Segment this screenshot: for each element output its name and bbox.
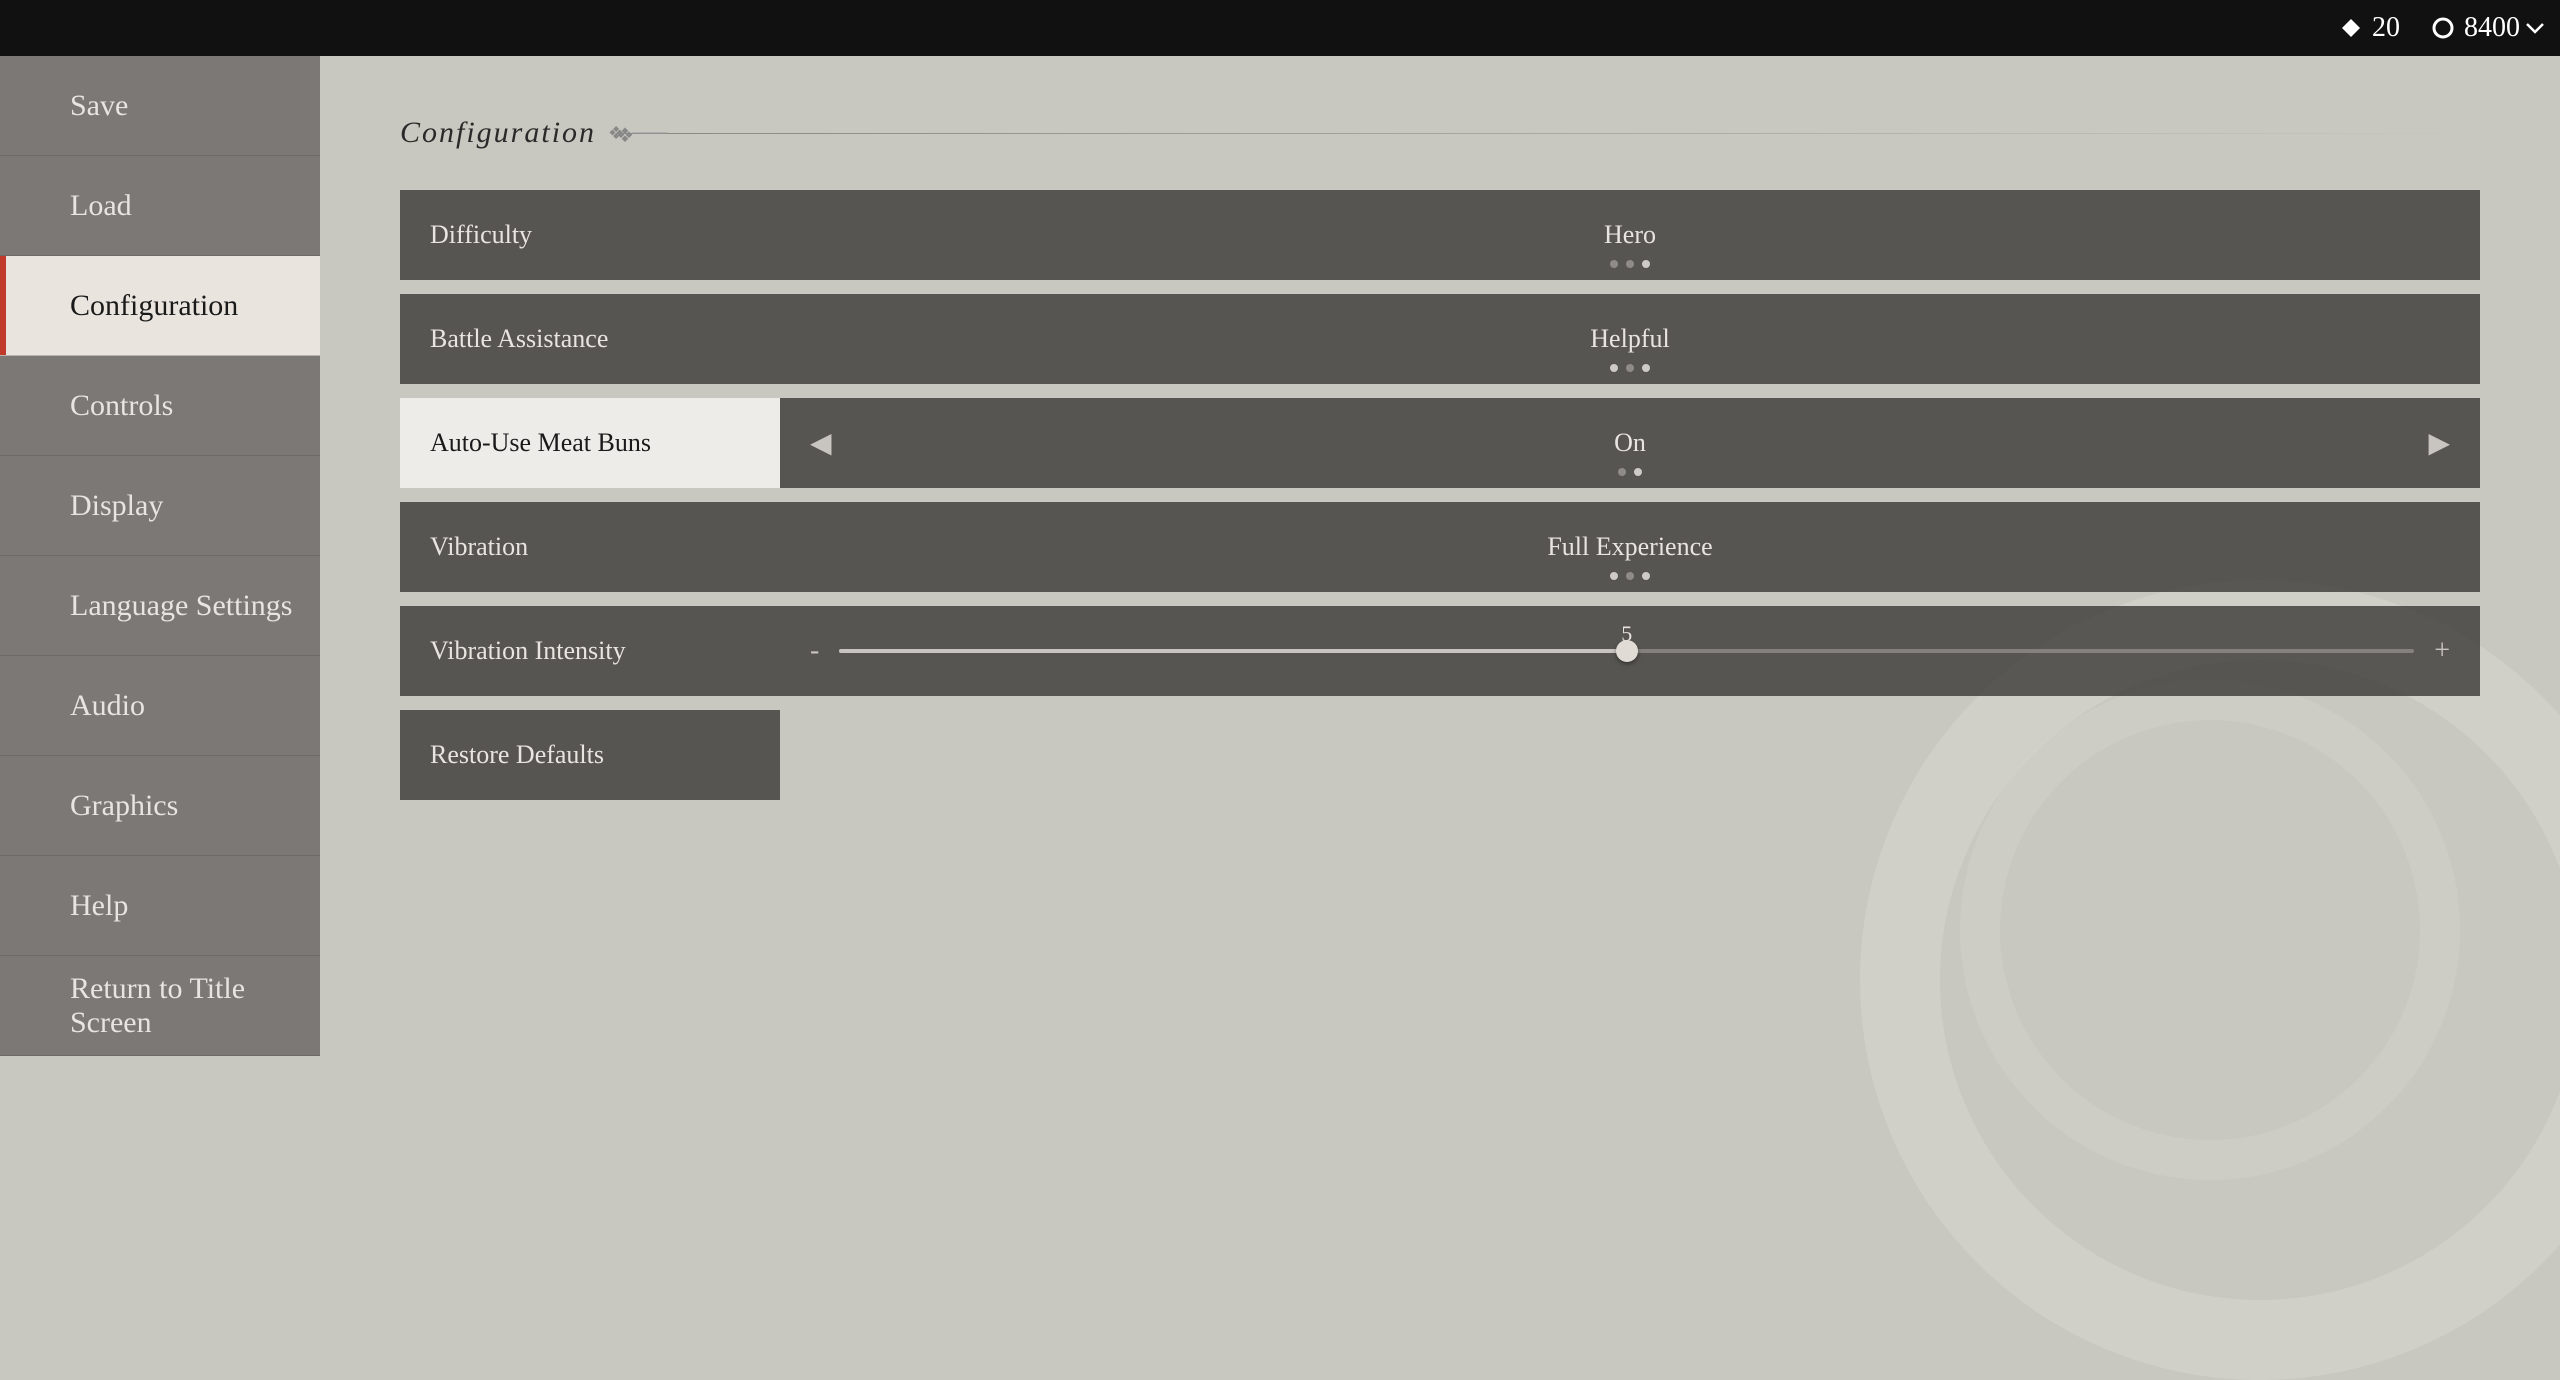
setting-label-battle-assistance[interactable]: Battle Assistance: [400, 294, 780, 384]
arrow-right-button[interactable]: ▶: [2428, 426, 2450, 460]
sidebar-item-controls[interactable]: Controls: [0, 356, 320, 456]
sidebar-item-help[interactable]: Help: [0, 856, 320, 956]
setting-label-difficulty[interactable]: Difficulty: [400, 190, 780, 280]
dot-active: [1610, 364, 1618, 372]
diamond-icon: [2340, 17, 2362, 39]
dot: [1626, 260, 1634, 268]
dot: [1626, 364, 1634, 372]
diamond-currency: 20: [2340, 12, 2400, 44]
setting-row-difficulty[interactable]: Difficulty Hero: [400, 190, 2480, 280]
sidebar-label-audio: Audio: [70, 689, 145, 723]
settings-container: Difficulty Hero Battle Assistance Helpfu…: [400, 190, 2480, 800]
dot: [1610, 260, 1618, 268]
slider-thumb[interactable]: [1616, 640, 1638, 662]
setting-row-vibration-intensity[interactable]: Vibration Intensity - 5 +: [400, 606, 2480, 696]
battle-assistance-dots: [1610, 364, 1650, 372]
dot-active: [1642, 260, 1650, 268]
setting-label-vibration[interactable]: Vibration: [400, 502, 780, 592]
sidebar-item-display[interactable]: Display: [0, 456, 320, 556]
restore-defaults-button[interactable]: Restore Defaults: [400, 710, 780, 800]
sidebar-label-configuration: Configuration: [70, 289, 238, 323]
dot-active: [1610, 572, 1618, 580]
expand-button[interactable]: [2510, 0, 2560, 56]
sidebar-item-graphics[interactable]: Graphics: [0, 756, 320, 856]
dot-active: [1642, 572, 1650, 580]
setting-row-restore-defaults[interactable]: Restore Defaults: [400, 710, 2480, 800]
dot-active: [1642, 364, 1650, 372]
sidebar: Save Load Configuration Controls Display…: [0, 56, 320, 1280]
sidebar-item-load[interactable]: Load: [0, 156, 320, 256]
setting-value-battle-assistance[interactable]: Helpful: [780, 294, 2480, 384]
sidebar-label-graphics: Graphics: [70, 789, 178, 823]
slider-minus-button[interactable]: -: [810, 635, 819, 667]
sidebar-label-controls: Controls: [70, 389, 173, 423]
setting-value-auto-use-meat-buns[interactable]: ◀ On ▶: [780, 398, 2480, 488]
slider-track[interactable]: 5: [839, 649, 2414, 653]
circle-currency: 8400: [2432, 12, 2520, 44]
page-title: Configuration: [400, 116, 596, 150]
auto-meat-buns-dots: [1618, 468, 1642, 476]
top-bar: 20 8400: [0, 0, 2560, 56]
sidebar-item-language-settings[interactable]: Language Settings: [0, 556, 320, 656]
slider-plus-button[interactable]: +: [2434, 635, 2450, 667]
svg-text:❖: ❖: [608, 123, 624, 143]
slider-fill: [839, 649, 1626, 653]
main-content: Configuration ❖ Difficulty Hero: [320, 56, 2560, 1280]
sidebar-item-audio[interactable]: Audio: [0, 656, 320, 756]
difficulty-dots: [1610, 260, 1650, 268]
dot: [1626, 572, 1634, 580]
diamond-value: 20: [2372, 12, 2400, 44]
slider-container: - 5 +: [780, 635, 2480, 667]
setting-row-vibration[interactable]: Vibration Full Experience: [400, 502, 2480, 592]
sidebar-item-save[interactable]: Save: [0, 56, 320, 156]
setting-row-auto-use-meat-buns[interactable]: Auto-Use Meat Buns ◀ On ▶: [400, 398, 2480, 488]
setting-value-vibration-intensity[interactable]: - 5 +: [780, 606, 2480, 696]
setting-row-battle-assistance[interactable]: Battle Assistance Helpful: [400, 294, 2480, 384]
vibration-dots: [1610, 572, 1650, 580]
sidebar-item-configuration[interactable]: Configuration: [0, 256, 320, 356]
sidebar-item-return-to-title[interactable]: Return to Title Screen: [0, 956, 320, 1056]
sidebar-label-load: Load: [70, 189, 132, 223]
setting-value-vibration[interactable]: Full Experience: [780, 502, 2480, 592]
arrow-left-button[interactable]: ◀: [810, 426, 832, 460]
sidebar-label-help: Help: [70, 889, 128, 923]
dot-active: [1634, 468, 1642, 476]
sidebar-label-return-to-title: Return to Title Screen: [70, 972, 320, 1040]
circle-icon: [2432, 17, 2454, 39]
setting-label-vibration-intensity[interactable]: Vibration Intensity: [400, 606, 780, 696]
config-divider: ❖: [616, 133, 2480, 134]
sidebar-label-language-settings: Language Settings: [70, 589, 292, 623]
setting-value-difficulty[interactable]: Hero: [780, 190, 2480, 280]
sidebar-label-display: Display: [70, 489, 163, 523]
setting-label-auto-use-meat-buns[interactable]: Auto-Use Meat Buns: [400, 398, 780, 488]
config-header: Configuration ❖: [400, 116, 2480, 150]
sidebar-label-save: Save: [70, 89, 128, 123]
dot: [1618, 468, 1626, 476]
